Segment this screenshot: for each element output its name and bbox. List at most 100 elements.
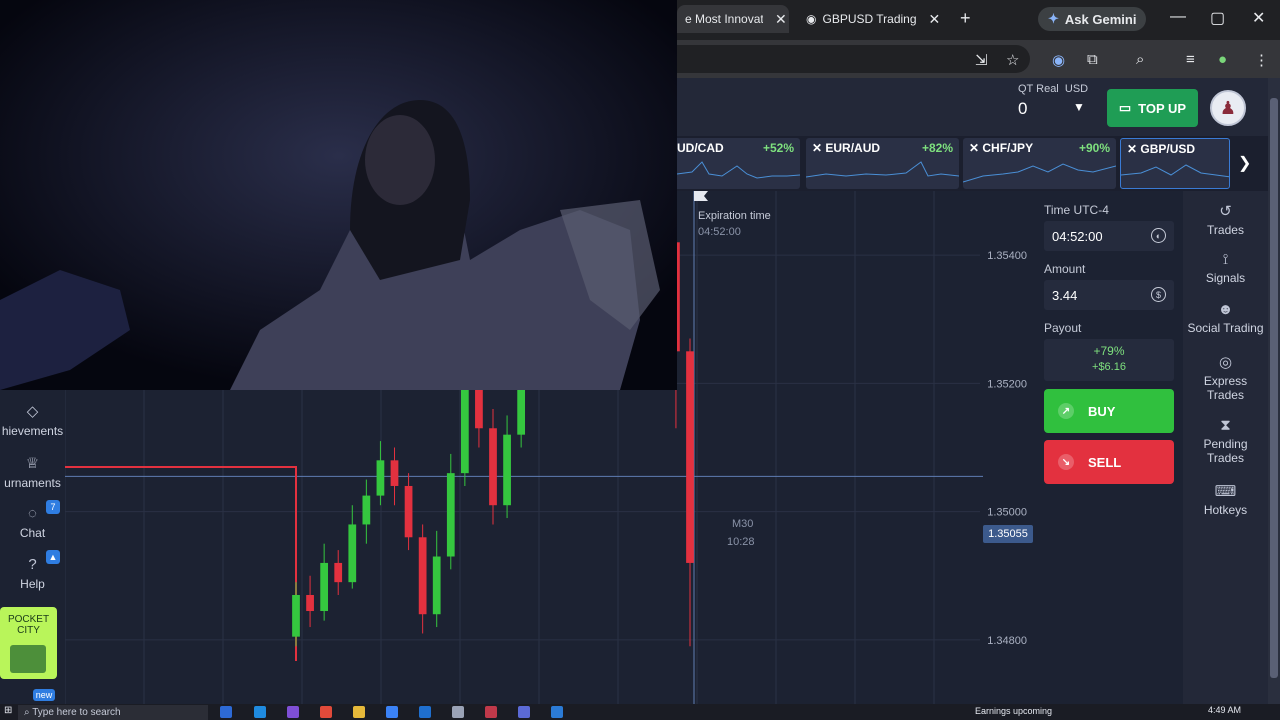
browser-menu-icon[interactable]: ⋮ [1254,51,1269,69]
promo-line1: POCKET [7,614,50,625]
help-badge: ▲ [46,550,60,564]
app-icon[interactable] [518,706,530,718]
gemini-sparkle-icon: ✦ [1048,11,1059,26]
file-explorer-icon[interactable] [353,706,365,718]
express-icon: ◎ [1218,354,1233,371]
pocket-city-promo[interactable]: POCKET CITY [0,607,57,679]
asset-sparkline [1121,164,1229,178]
taskbar-search[interactable]: ⌕ Type here to search [18,705,208,720]
new-tab-icon[interactable]: + [960,8,971,29]
buy-button[interactable]: ↗ BUY [1044,389,1174,433]
price-tick-label: 1.35200 [987,378,1027,390]
candle-body [686,351,694,563]
amount-field[interactable]: 3.44 $ [1044,280,1174,310]
payout-percent: +79% [1093,344,1125,358]
ask-gemini-label: Ask Gemini [1064,11,1137,27]
tab-favicon-icon: ◉ [806,12,817,26]
time-label: Time UTC-4 [1044,203,1109,217]
nav-label: Hotkeys [1203,503,1248,517]
user-figure-icon: ♟ [1219,97,1237,118]
current-price-tag: 1.35055 [983,525,1033,543]
wallet-icon: ▭ [1118,100,1132,115]
nav-social-trading[interactable]: ☻ Social Trading [1183,301,1268,335]
search-tabs-icon[interactable]: ⌕ [1136,51,1144,68]
app-icon[interactable] [551,706,563,718]
browser-tab[interactable]: ◉ GBPUSD Trading: C ✕ [800,5,950,33]
amount-value: 3.44 [1052,288,1078,303]
clock-time: 4:49 AM [1208,705,1242,715]
scrollbar-thumb[interactable] [1270,98,1278,678]
puzzle-extensions-icon[interactable]: ⧉ [1087,51,1098,68]
time-field[interactable]: 04:52:00 ◐ [1044,221,1174,251]
candle-body [404,485,413,538]
edge-icon[interactable] [254,706,266,718]
asset-tab-selected[interactable]: ✕ GBP/USD [1120,138,1230,189]
mail-icon[interactable] [419,706,431,718]
price-tick-label: 1.35400 [987,250,1027,262]
tab-title: e Most Innovativ [685,12,763,26]
diamond-icon: ◇ [26,403,39,420]
clock-toggle-icon[interactable]: ◐ [1151,228,1166,243]
nav-achievements[interactable]: ◇ hievements [0,402,65,438]
news-widget[interactable]: Earnings upcoming [975,706,1052,716]
record-app-icon[interactable] [485,706,497,718]
expiration-label: Expiration time [698,210,771,222]
windows-start-icon[interactable]: ⊞ [4,705,12,716]
chat-badge: 7 [46,500,60,514]
nav-label: Pending Trades [1203,437,1248,465]
install-app-icon[interactable]: ⇲ [975,51,988,69]
chevron-down-icon[interactable]: ▼ [1073,100,1085,114]
ask-gemini-button[interactable]: ✦ Ask Gemini [1038,7,1147,31]
nav-tournaments[interactable]: ♕ urnaments [0,454,65,490]
asset-sparkline [806,161,959,178]
task-view-icon[interactable] [220,706,232,718]
user-avatar[interactable]: ♟ [1210,90,1246,126]
pocket-city-logo [10,645,46,673]
minimize-icon[interactable]: — [1170,8,1186,26]
window-close-icon[interactable]: ✕ [1252,8,1265,28]
copilot-icon[interactable] [287,706,299,718]
nav-pending-trades[interactable]: ⧗ Pending Trades [1183,417,1268,465]
profile-avatar-icon[interactable]: ● [1218,51,1227,68]
keyboard-icon: ⌨ [1214,483,1237,500]
nav-trades[interactable]: ↺ Trades [1183,202,1268,237]
media-control-icon[interactable]: ≡ [1186,51,1195,68]
trade-marker-line [65,466,297,661]
nav-signals[interactable]: ⟟ Signals [1183,251,1268,285]
asset-tab[interactable]: ✕ CHF/JPY +90% [963,138,1116,189]
asset-tab[interactable]: ✕ EUR/AUD +82% [806,138,959,189]
sell-label: SELL [1088,454,1122,470]
close-tab-icon[interactable]: ✕ [928,11,940,28]
tab-title: GBPUSD Trading: C [822,12,917,26]
page-scrollbar[interactable] [1268,78,1280,704]
sell-button[interactable]: ↘ SELL [1044,440,1174,484]
candle-body [320,562,329,612]
dollar-icon[interactable]: $ [1151,287,1166,302]
nav-hotkeys[interactable]: ⌨ Hotkeys [1183,482,1268,517]
store-icon[interactable] [386,706,398,718]
close-tab-icon[interactable]: ✕ [775,11,787,28]
promo-line2: CITY [17,625,40,636]
trophy-icon: ♕ [25,455,40,472]
browser-tab-active[interactable]: e Most Innovativ ✕ [677,5,789,33]
candle-body [446,473,455,557]
maximize-icon[interactable]: ▢ [1210,8,1225,28]
candle-body [460,389,469,474]
account-type-label[interactable]: QT Real USD [1018,83,1088,95]
timeframe-label: M30 [732,518,754,530]
asset-tabs: UD/CAD +52% ✕ EUR/AUD +82% ✕ CHF/JPY +90… [647,136,1232,191]
nav-label: Trades [1207,223,1244,237]
app-icon[interactable] [452,706,464,718]
candle-body [292,594,300,637]
extension-icon[interactable]: ◉ [1052,51,1065,69]
people-icon: ☻ [1217,301,1234,318]
nav-express-trades[interactable]: ◎ Express Trades [1183,353,1268,402]
chevron-right-icon[interactable]: ❯ [1238,153,1251,173]
top-up-button[interactable]: ▭ TOP UP [1107,89,1198,127]
candle-body [376,460,385,496]
arrow-up-icon: ↗ [1058,403,1074,419]
account-currency: USD [1064,83,1089,95]
chrome-icon[interactable] [320,706,332,718]
nav-label: Signals [1205,271,1246,285]
bookmark-star-icon[interactable]: ☆ [1006,51,1019,69]
